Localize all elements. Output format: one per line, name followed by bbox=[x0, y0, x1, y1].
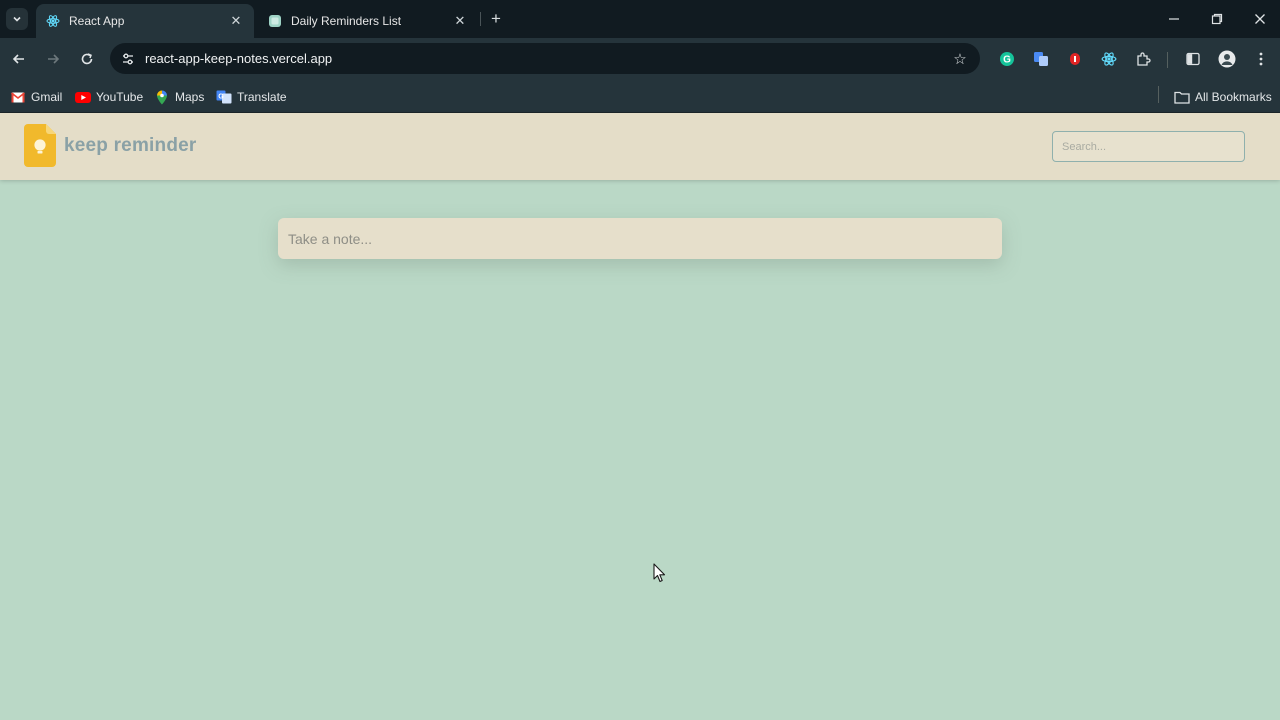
browser-tab-strip: React App ✕ Daily Reminders List ✕ + bbox=[0, 0, 1280, 38]
profile-avatar-icon[interactable] bbox=[1216, 48, 1238, 70]
chevron-down-icon bbox=[13, 16, 21, 22]
tab-separator bbox=[480, 12, 481, 26]
browser-toolbar: react-app-keep-notes.vercel.app ☆ G bbox=[0, 38, 1280, 80]
bookmarks-bar: Gmail YouTube Maps G Translate All Bookm… bbox=[0, 80, 1280, 113]
bookmark-translate[interactable]: G Translate bbox=[216, 87, 287, 107]
bookmark-label: Maps bbox=[175, 90, 205, 104]
bookmark-maps[interactable]: Maps bbox=[154, 87, 204, 107]
folder-icon bbox=[1174, 90, 1190, 104]
keep-logo-icon bbox=[24, 124, 56, 167]
bookmark-label: Gmail bbox=[31, 90, 63, 104]
menu-kebab-icon[interactable] bbox=[1250, 48, 1272, 70]
tab-daily-reminders[interactable]: Daily Reminders List ✕ bbox=[258, 4, 478, 38]
grammarly-icon[interactable]: G bbox=[996, 48, 1018, 70]
bookmark-label: Translate bbox=[237, 90, 287, 104]
bookmark-gmail[interactable]: Gmail bbox=[10, 87, 62, 107]
translate-extension-icon[interactable] bbox=[1030, 48, 1052, 70]
tab-react-app[interactable]: React App ✕ bbox=[36, 4, 254, 38]
extensions-puzzle-icon[interactable] bbox=[1132, 48, 1154, 70]
address-bar[interactable]: react-app-keep-notes.vercel.app ☆ bbox=[110, 43, 980, 74]
close-icon[interactable]: ✕ bbox=[452, 13, 468, 29]
site-settings-icon[interactable] bbox=[119, 50, 137, 68]
tab-title: React App bbox=[69, 14, 125, 28]
bookmark-youtube[interactable]: YouTube bbox=[75, 87, 143, 107]
gmail-icon bbox=[10, 90, 26, 104]
all-bookmarks-button[interactable]: All Bookmarks bbox=[1174, 87, 1272, 107]
toolbar-separator bbox=[1167, 52, 1168, 68]
url-text: react-app-keep-notes.vercel.app bbox=[145, 51, 333, 66]
search-input[interactable] bbox=[1052, 131, 1245, 162]
mouse-cursor-icon bbox=[653, 563, 667, 583]
all-bookmarks-label: All Bookmarks bbox=[1195, 90, 1272, 104]
reload-icon[interactable] bbox=[76, 48, 98, 70]
bookmarks-separator bbox=[1158, 86, 1159, 103]
minimize-icon[interactable] bbox=[1162, 8, 1186, 30]
close-window-icon[interactable] bbox=[1248, 8, 1272, 30]
bookmark-label: YouTube bbox=[96, 90, 144, 104]
forward-arrow-icon[interactable] bbox=[42, 48, 64, 70]
tab-title: Daily Reminders List bbox=[291, 14, 402, 28]
app-brand-title: keep reminder bbox=[64, 135, 197, 156]
tab-search-button[interactable] bbox=[6, 8, 28, 30]
svg-text:G: G bbox=[1003, 55, 1011, 66]
bookmark-star-icon[interactable]: ☆ bbox=[949, 48, 971, 70]
translate-icon: G bbox=[216, 90, 232, 104]
react-devtools-icon[interactable] bbox=[1098, 48, 1120, 70]
maps-icon bbox=[154, 90, 170, 104]
new-tab-button[interactable]: + bbox=[486, 9, 506, 29]
youtube-icon bbox=[75, 90, 91, 104]
take-note-box[interactable] bbox=[278, 218, 1002, 259]
close-icon[interactable]: ✕ bbox=[228, 13, 244, 29]
side-panel-icon[interactable] bbox=[1182, 48, 1204, 70]
svg-text:G: G bbox=[218, 94, 224, 101]
restore-icon[interactable] bbox=[1205, 8, 1229, 30]
back-arrow-icon[interactable] bbox=[8, 48, 30, 70]
react-icon bbox=[46, 14, 60, 28]
red-extension-icon[interactable] bbox=[1064, 48, 1086, 70]
app-header: keep reminder bbox=[0, 113, 1280, 180]
note-icon bbox=[268, 14, 282, 28]
take-note-input[interactable] bbox=[288, 230, 992, 247]
